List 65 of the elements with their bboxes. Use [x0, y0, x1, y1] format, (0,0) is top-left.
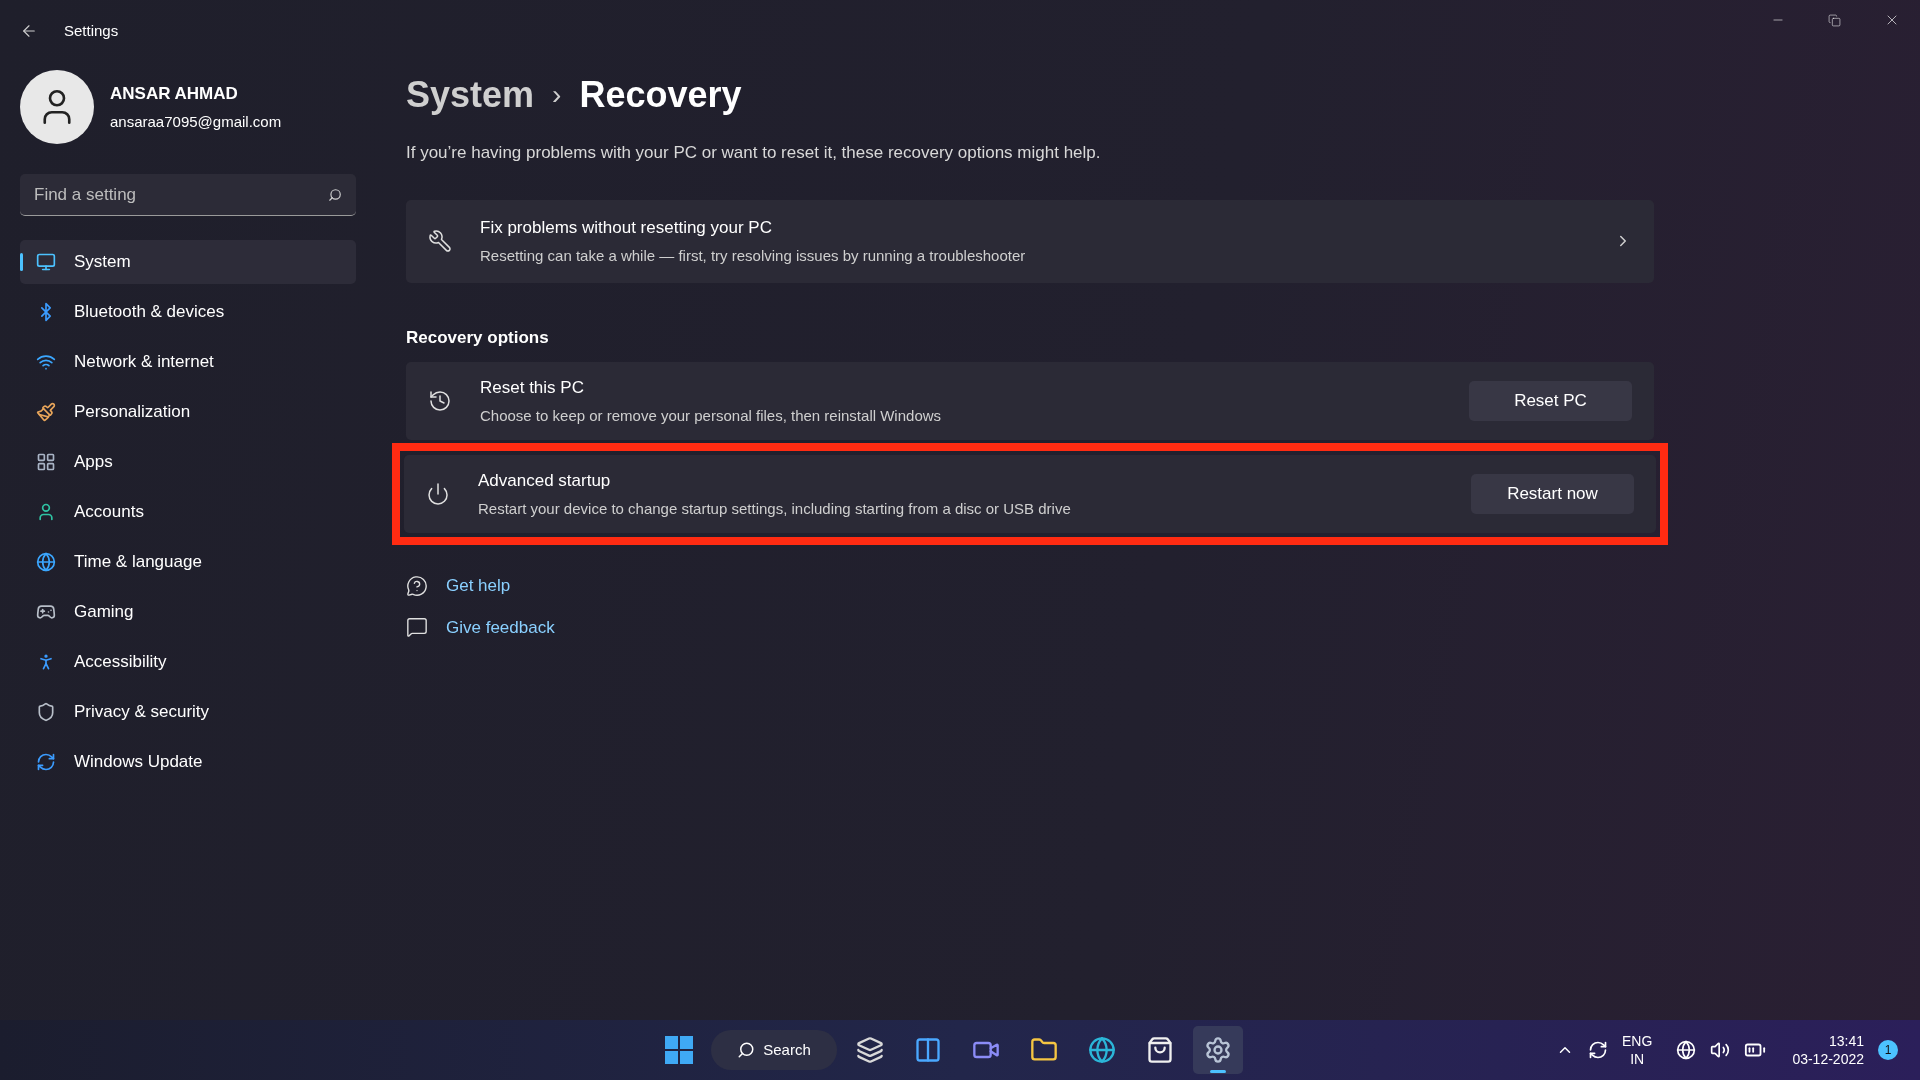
restore-icon[interactable] — [1828, 13, 1841, 27]
back-icon[interactable] — [20, 22, 38, 40]
search-label: Search — [763, 1039, 811, 1060]
task-view-icon — [856, 1036, 884, 1064]
sidebar-item[interactable]: Time & language — [20, 540, 356, 584]
option-subtitle: Choose to keep or remove your personal files, then reinstall Windows — [480, 405, 943, 426]
clock[interactable]: 13:41 03-12-2022 — [1792, 1032, 1864, 1068]
troubleshoot-card[interactable]: Fix problems without resetting your PC Resetting can take a while — first, try resolving issues by running a troubleshooter — [406, 199, 1654, 283]
widgets-icon — [914, 1036, 942, 1064]
wifi-icon — [36, 352, 56, 372]
sidebar-item[interactable]: Network & internet — [20, 340, 356, 384]
taskbar-app[interactable] — [1193, 1026, 1243, 1074]
wrench-icon — [428, 229, 452, 253]
option-subtitle: Restart your device to change startup settings, including starting from a disc or USB drive — [478, 498, 1072, 519]
page-description: If you’re having problems with your PC or want to reset it, these recovery options might help. — [406, 142, 1102, 164]
paintbrush-icon — [36, 402, 56, 422]
taskbar-search[interactable]: Search — [711, 1030, 837, 1070]
help-link[interactable]: Get help — [446, 573, 511, 599]
volume-icon[interactable] — [1710, 1040, 1731, 1060]
notification-badge[interactable]: 1 — [1878, 1040, 1898, 1060]
action-button[interactable]: Restart now — [1471, 474, 1634, 514]
user-email: ansaraa7095@gmail.com — [110, 111, 282, 132]
store-icon — [1146, 1036, 1174, 1064]
browser-icon — [1088, 1036, 1116, 1064]
reset-icon — [428, 389, 452, 413]
breadcrumb-link[interactable]: System — [406, 68, 535, 122]
card-title: Fix problems without resetting your PC — [480, 217, 773, 239]
globe-icon — [36, 552, 56, 572]
sidebar-item[interactable]: Personalization — [20, 390, 356, 434]
search-icon[interactable] — [328, 188, 342, 202]
sidebar-item[interactable]: Accounts — [20, 490, 356, 534]
sidebar-item[interactable]: Apps — [20, 440, 356, 484]
feedback-icon — [406, 616, 428, 639]
option-title: Reset this PC — [480, 377, 585, 399]
section-title: Recovery options — [406, 326, 550, 349]
language-indicator[interactable]: ENG IN — [1622, 1032, 1653, 1068]
search-field[interactable]: Find a setting — [20, 174, 356, 216]
action-button[interactable]: Reset PC — [1469, 381, 1632, 421]
monitor-icon — [36, 252, 56, 272]
sidebar-item[interactable]: Privacy & security — [20, 690, 356, 734]
window-title: Settings — [64, 20, 119, 41]
network-icon[interactable] — [1676, 1040, 1697, 1060]
settings-icon — [1204, 1036, 1232, 1064]
option-title: Advanced startup — [478, 470, 612, 492]
person-icon — [36, 502, 56, 522]
grid-icon — [36, 452, 56, 472]
breadcrumb-separator: › — [552, 78, 562, 112]
folder-icon — [1030, 1036, 1058, 1064]
gamepad-icon — [36, 602, 56, 622]
sidebar-item[interactable]: System — [20, 240, 356, 284]
user-name: ANSAR AHMAD — [110, 83, 239, 105]
sidebar-item[interactable]: Gaming — [20, 590, 356, 634]
sidebar-item[interactable]: Bluetooth & devices — [20, 290, 356, 334]
power-icon — [426, 482, 450, 506]
refresh-icon — [36, 752, 56, 772]
sidebar-item[interactable]: Accessibility — [20, 640, 356, 684]
page-title: Recovery — [579, 73, 742, 117]
windows-logo-icon — [665, 1036, 693, 1064]
card-subtitle: Resetting can take a while — first, try resolving issues by running a troubleshooter — [480, 245, 1027, 266]
help-icon — [406, 574, 428, 597]
help-link[interactable]: Give feedback — [446, 614, 555, 640]
sidebar-item[interactable]: Windows Update — [20, 740, 356, 784]
sync-icon[interactable] — [1588, 1040, 1609, 1060]
search-icon — [737, 1041, 756, 1059]
shield-icon — [36, 702, 56, 722]
